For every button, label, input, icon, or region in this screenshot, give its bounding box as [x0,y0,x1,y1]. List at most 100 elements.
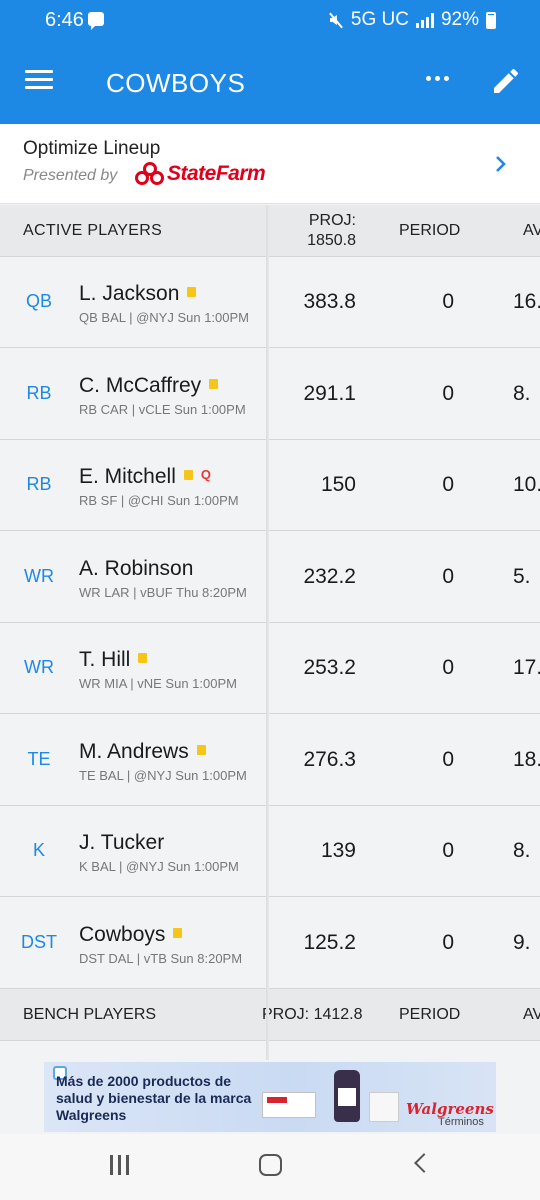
player-proj: 276.3 [303,748,356,771]
product-box-image [262,1092,316,1118]
player-period: 0 [442,290,454,313]
player-name-group[interactable]: E. Mitchell Q [79,465,211,489]
active-players-header: ACTIVE PLAYERS PROJ: 1850.8 PERIOD AV [0,205,540,257]
app-bar: COWBOYS [0,40,540,124]
proj-total: 1850.8 [307,232,356,249]
player-name[interactable]: T. Hill [79,648,130,672]
status-bar: 6:46 5G UC 92% [0,0,540,40]
player-name-group[interactable]: T. Hill [79,648,148,672]
player-name[interactable]: A. Robinson [79,557,193,581]
player-name-group[interactable]: Cowboys [79,923,183,947]
player-row[interactable]: DST Cowboys DST DAL | vTB Sun 8:20PM 125.2 0… [0,898,540,989]
message-notification-icon [88,12,104,30]
position-slot[interactable]: DST [0,932,78,953]
menu-icon[interactable] [25,70,53,90]
player-row[interactable]: QB L. Jackson QB BAL | @NYJ Sun 1:00PM 383.… [0,257,540,348]
bench-period-header[interactable]: PERIOD [399,1006,460,1024]
proj-label: PROJ: [308,212,356,229]
player-matchup: DST DAL | vTB Sun 8:20PM [79,951,243,966]
position-slot[interactable]: QB [0,291,78,312]
home-icon[interactable] [259,1154,282,1176]
recent-apps-icon[interactable] [110,1155,129,1175]
player-name-group[interactable]: A. Robinson [79,557,193,581]
edit-pencil-icon[interactable] [490,65,522,97]
active-players-label: ACTIVE PLAYERS [23,222,163,239]
sponsor-logo: StateFarm [135,162,266,186]
player-name[interactable]: L. Jackson [79,282,179,306]
bench-proj-header[interactable]: PROJ: 1412.8 [262,1006,363,1024]
position-slot[interactable]: RB [0,474,78,495]
questionable-status-icon: Q [200,466,211,482]
battery-label: 92% [440,9,479,30]
sponsor-name: StateFarm [167,162,266,185]
ad-terms-link[interactable]: Términos [438,1116,484,1128]
player-note-icon[interactable] [196,745,206,755]
proj-column-header[interactable]: PROJ: 1850.8 [270,211,356,251]
player-matchup: RB CAR | vCLE Sun 1:00PM [79,402,246,417]
battery-icon [486,11,496,29]
player-proj: 253.2 [303,656,356,679]
player-avg: 5. [513,565,531,588]
player-name-group[interactable]: C. McCaffrey [79,374,219,398]
bench-avg-header[interactable]: AV [523,1006,540,1024]
position-slot[interactable]: RB [0,383,78,404]
player-proj: 291.1 [303,382,356,405]
player-row[interactable]: WR A. Robinson WR LAR | vBUF Thu 8:20PM 232… [0,532,540,623]
player-matchup: K BAL | @NYJ Sun 1:00PM [79,859,239,874]
position-slot[interactable]: K [0,840,78,861]
status-icons: 5G UC 92% [328,9,496,31]
ad-text: Más de 2000 productos de salud y bienest… [56,1073,252,1123]
optimize-lineup-banner[interactable]: Optimize Lineup Presented by StateFarm [0,124,540,204]
bench-players-header: BENCH PLAYERS PROJ: 1412.8 PERIOD AV [0,989,540,1041]
player-period: 0 [442,565,454,588]
position-slot[interactable]: TE [0,749,78,770]
player-row[interactable]: TE M. Andrews TE BAL | @NYJ Sun 1:00PM 276.… [0,715,540,806]
player-matchup: QB BAL | @NYJ Sun 1:00PM [79,310,249,325]
player-row[interactable]: K J. Tucker K BAL | @NYJ Sun 1:00PM 139 0 8. [0,806,540,897]
player-matchup: RB SF | @CHI Sun 1:00PM [79,493,239,508]
player-proj: 125.2 [303,931,356,954]
player-name[interactable]: J. Tucker [79,831,164,855]
avg-column-header[interactable]: AV [523,222,540,240]
team-title: COWBOYS [106,68,246,98]
position-slot[interactable]: WR [0,566,78,587]
presented-by-label: Presented by [23,167,118,184]
bench-players-label: BENCH PLAYERS [23,1006,157,1023]
player-avg: 9. [513,931,531,954]
signal-icon [415,12,434,28]
player-row[interactable]: RB C. McCaffrey RB CAR | vCLE Sun 1:00PM 29… [0,349,540,440]
player-matchup: TE BAL | @NYJ Sun 1:00PM [79,768,247,783]
player-name-group[interactable]: M. Andrews [79,740,206,764]
ad-banner[interactable]: Más de 2000 productos de salud y bienest… [44,1062,496,1132]
player-name-group[interactable]: L. Jackson [79,282,197,306]
player-note-icon[interactable] [183,470,193,480]
player-note-icon[interactable] [187,287,197,297]
player-name[interactable]: M. Andrews [79,740,189,764]
player-name[interactable]: C. McCaffrey [79,374,201,398]
chevron-right-icon[interactable] [492,155,510,173]
frozen-column-divider [266,205,269,1060]
player-note-icon[interactable] [209,379,219,389]
player-note-icon[interactable] [173,928,183,938]
player-row[interactable]: WR T. Hill WR MIA | vNE Sun 1:00PM 253.2 0 17… [0,623,540,714]
player-matchup: WR MIA | vNE Sun 1:00PM [79,676,237,691]
player-name[interactable]: E. Mitchell [79,465,176,489]
player-avg: 17. [513,656,540,679]
more-options-icon[interactable] [426,76,449,81]
player-proj: 232.2 [303,565,356,588]
statefarm-rings-icon [135,162,165,186]
player-avg: 16. [513,290,540,313]
period-column-header[interactable]: PERIOD [399,222,460,240]
player-row[interactable]: RB E. Mitchell Q RB SF | @CHI Sun 1:00PM 150… [0,440,540,531]
player-note-icon[interactable] [138,653,148,663]
player-period: 0 [442,748,454,771]
back-icon[interactable] [414,1153,434,1173]
position-slot[interactable]: WR [0,657,78,678]
product-package-image [369,1092,399,1122]
player-name-group[interactable]: J. Tucker [79,831,164,855]
optimize-lineup-title: Optimize Lineup [23,138,161,159]
product-bottle-image [334,1070,360,1122]
player-avg: 18. [513,748,540,771]
mute-icon [328,12,344,28]
player-name[interactable]: Cowboys [79,923,165,947]
